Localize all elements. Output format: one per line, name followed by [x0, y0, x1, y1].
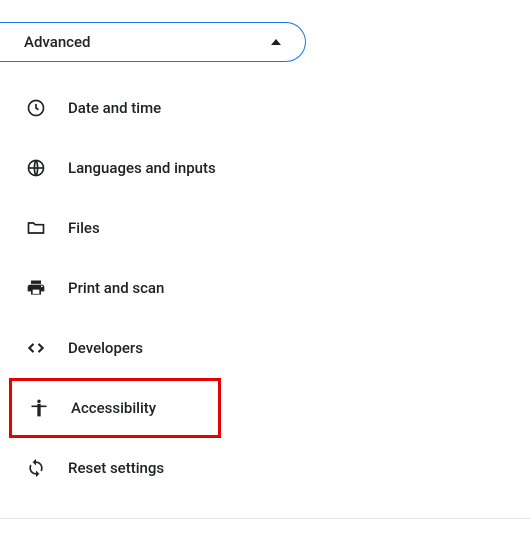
menu-item-label: Date and time [68, 99, 161, 117]
menu-item-languages[interactable]: Languages and inputs [0, 138, 306, 198]
menu-item-label: Developers [68, 339, 143, 357]
menu-item-label: Accessibility [71, 399, 156, 417]
menu-item-label: Reset settings [68, 459, 164, 477]
menu-item-label: Languages and inputs [68, 159, 216, 177]
accessibility-icon [29, 398, 49, 418]
folder-icon [26, 218, 46, 238]
code-icon [26, 338, 46, 358]
globe-icon [26, 158, 46, 178]
menu-item-date-time[interactable]: Date and time [0, 78, 306, 138]
reset-icon [26, 458, 46, 478]
menu-item-label: Print and scan [68, 279, 164, 297]
menu-item-files[interactable]: Files [0, 198, 306, 258]
advanced-label: Advanced [24, 33, 90, 51]
divider [0, 518, 530, 519]
accessibility-highlight: Accessibility [9, 378, 221, 438]
printer-icon [26, 278, 46, 298]
menu-item-reset[interactable]: Reset settings [0, 438, 306, 498]
menu-item-print-scan[interactable]: Print and scan [0, 258, 306, 318]
caret-up-icon [271, 39, 281, 45]
advanced-section-header[interactable]: Advanced [0, 22, 306, 62]
menu-item-developers[interactable]: Developers [0, 318, 306, 378]
menu-item-accessibility[interactable]: Accessibility [12, 381, 218, 435]
menu-item-label: Files [68, 219, 100, 237]
clock-icon [26, 98, 46, 118]
advanced-menu-list: Date and time Languages and inputs Files [0, 78, 306, 498]
